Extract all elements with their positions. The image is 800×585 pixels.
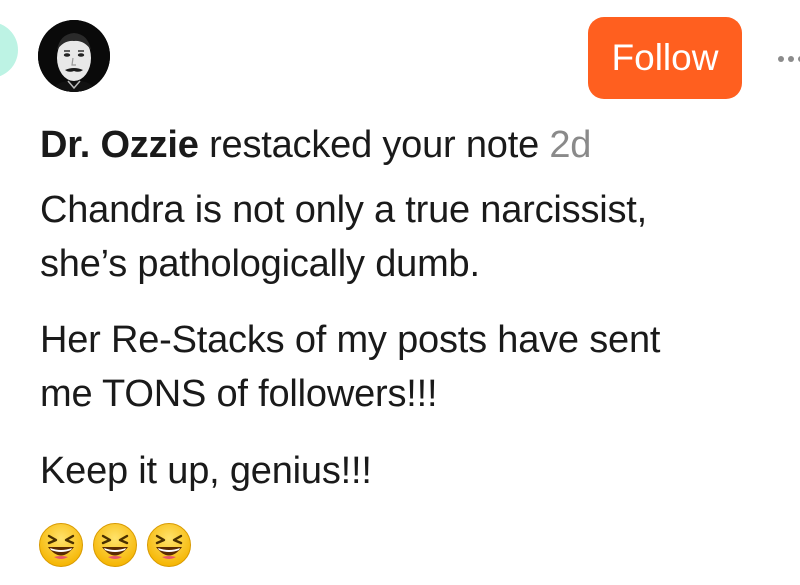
ellipsis-icon[interactable] [778, 52, 800, 66]
note-paragraph: Keep it up, genius!!! [40, 444, 372, 498]
note-paragraph: Chandra is not only a true narcissist, sh… [40, 183, 647, 291]
laughing-emoji-icon [39, 523, 83, 567]
portrait-image [38, 20, 110, 92]
note-header: Dr. Ozzie restacked your note 2d [40, 122, 591, 168]
laughing-emoji-icon [93, 523, 137, 567]
note-line: me TONS of followers!!! [40, 373, 438, 415]
author-name[interactable]: Dr. Ozzie [40, 124, 199, 166]
sibling-avatar-edge [0, 22, 18, 78]
note-paragraph: Her Re-Stacks of my posts have sent me TO… [40, 313, 660, 421]
laughing-emoji-icon [147, 523, 191, 567]
follow-button[interactable]: Follow [588, 17, 742, 99]
note-line: Her Re-Stacks of my posts have sent [40, 319, 661, 361]
note-line: Keep it up, genius!!! [40, 450, 372, 492]
emoji-row [38, 522, 192, 568]
note-line: she’s pathologically dumb. [40, 243, 480, 285]
avatar[interactable] [38, 20, 110, 92]
note-line: Chandra is not only a true narcissist, [40, 189, 648, 231]
timestamp[interactable]: 2d [549, 124, 591, 166]
action-text: restacked your note [209, 124, 540, 166]
